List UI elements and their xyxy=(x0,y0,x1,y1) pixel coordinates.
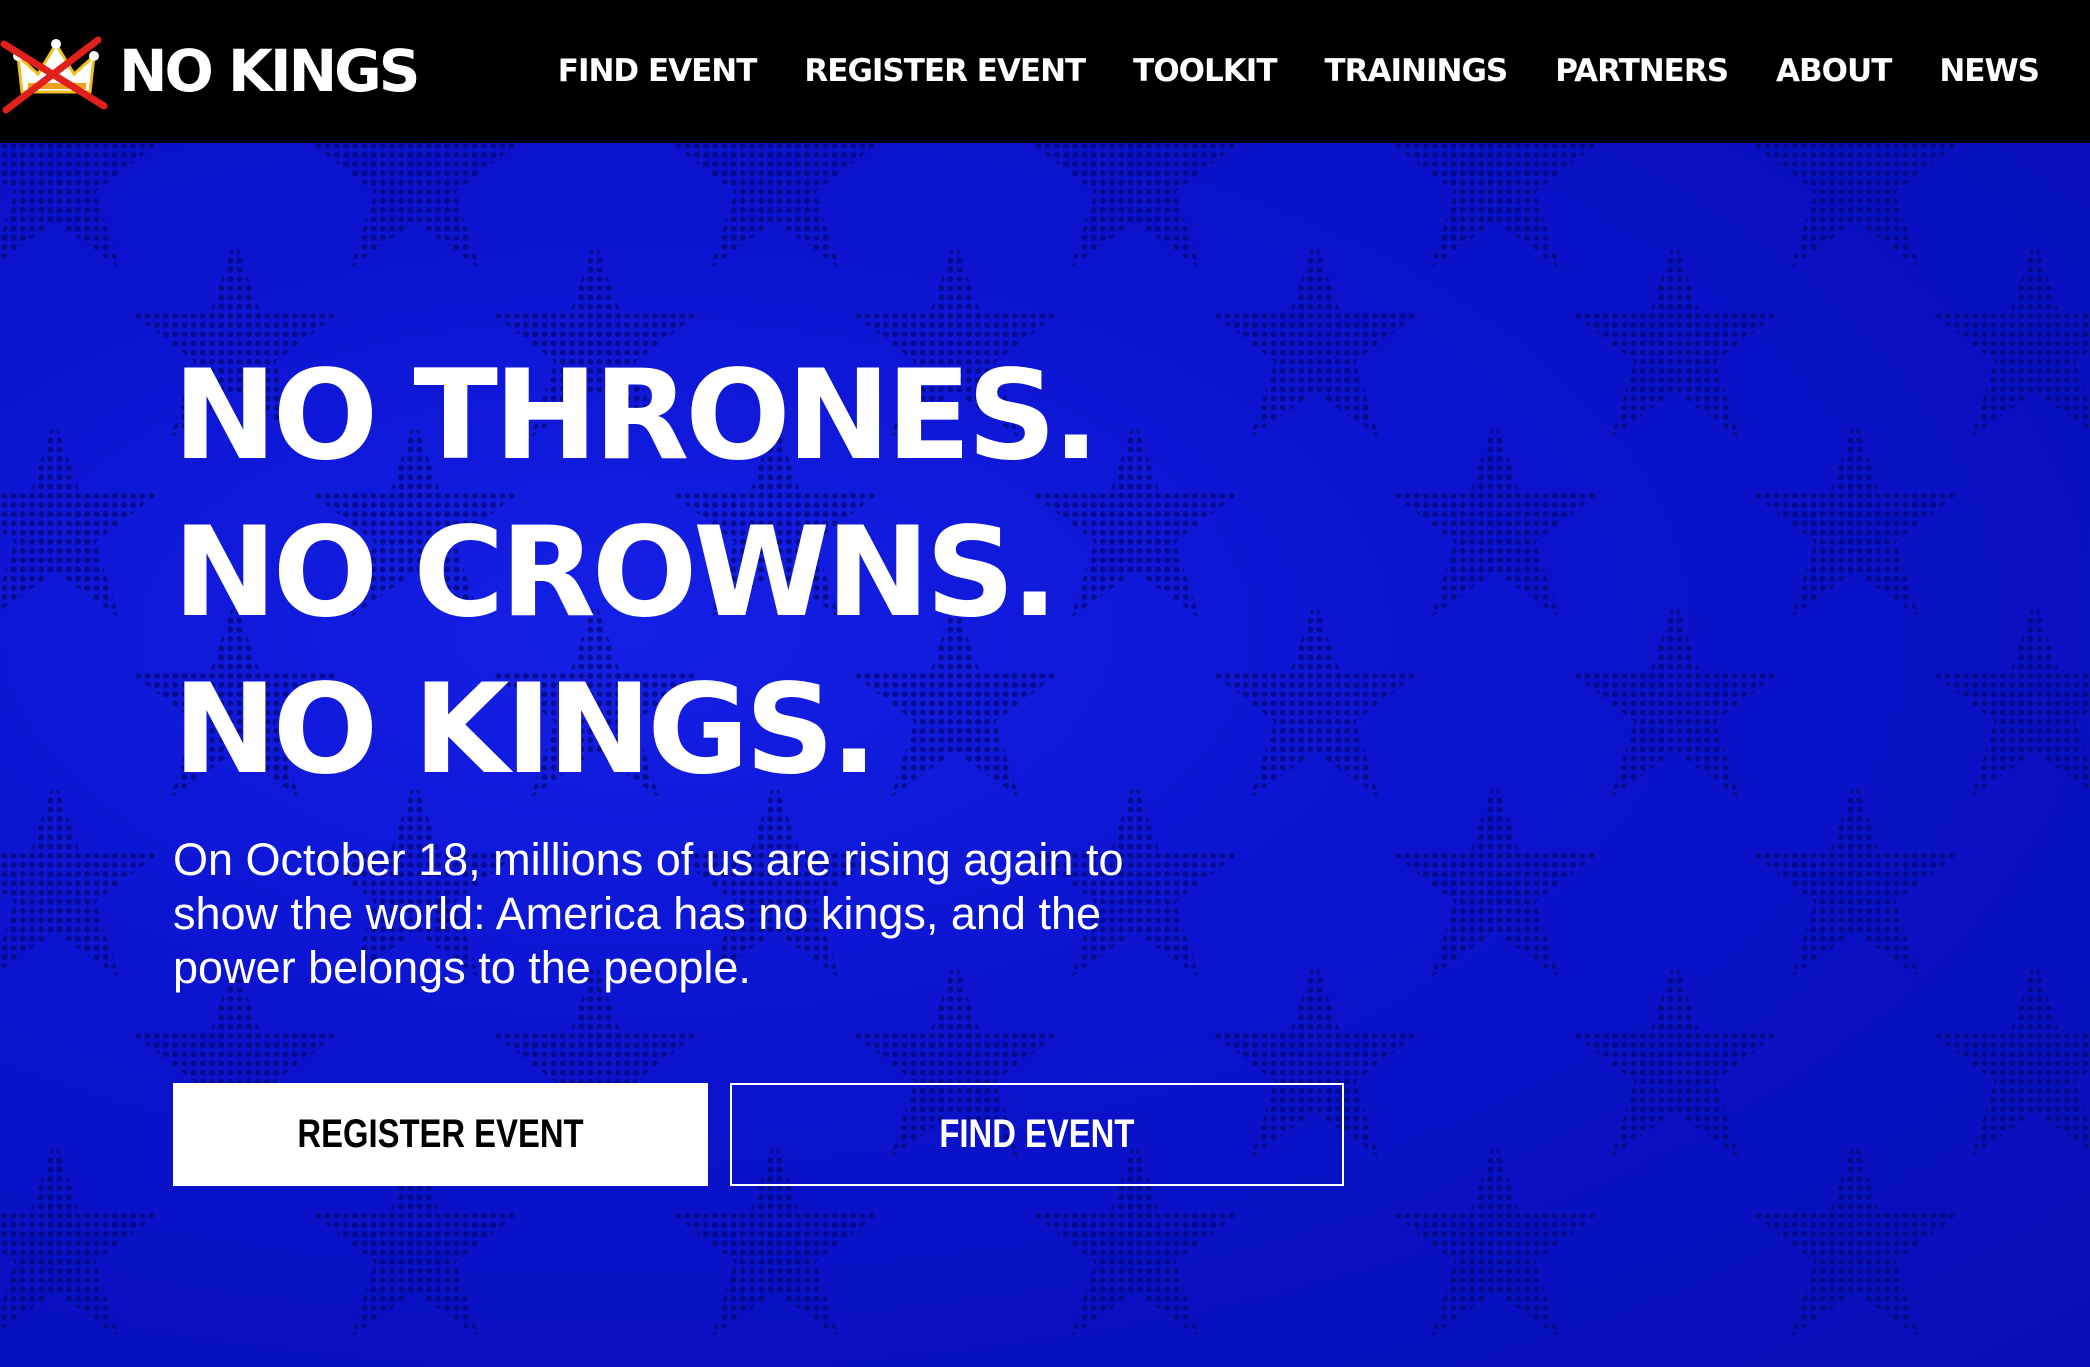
headline-line: NO KINGS. xyxy=(173,658,878,802)
hero-section: NO THRONES. NO CROWNS. NO KINGS. On Octo… xyxy=(0,143,2090,1367)
crossed-out-crown-icon xyxy=(0,36,108,114)
nav-register-event[interactable]: REGISTER EVENT xyxy=(804,53,1086,89)
logo-link[interactable]: NO KINGS xyxy=(0,26,420,116)
nav-trainings[interactable]: TRAININGS xyxy=(1324,53,1508,89)
headline-line: NO THRONES. xyxy=(173,344,1100,488)
hero-headline: NO THRONES. NO CROWNS. NO KINGS. xyxy=(173,338,1373,809)
nav-item: TOOLKIT xyxy=(1133,53,1277,89)
hero-subtext: On October 18, millions of us are rising… xyxy=(173,834,1124,993)
nav-news[interactable]: NEWS xyxy=(1939,53,2040,89)
find-event-button[interactable]: FIND EVENT xyxy=(730,1083,1344,1186)
find-event-button-label: FIND EVENT xyxy=(939,1112,1135,1156)
nav-find-event[interactable]: FIND EVENT xyxy=(558,53,758,89)
nav-item: REGISTER EVENT xyxy=(804,53,1086,89)
hero-content: NO THRONES. NO CROWNS. NO KINGS. On Octo… xyxy=(173,338,1373,995)
nav-partners[interactable]: PARTNERS xyxy=(1555,53,1729,89)
nav-item: FIND EVENT xyxy=(558,53,758,89)
nav-toolkit[interactable]: TOOLKIT xyxy=(1133,53,1277,89)
register-event-button-label: REGISTER EVENT xyxy=(297,1112,584,1156)
nav-item: TRAININGS xyxy=(1324,53,1508,89)
nav-item: PARTNERS xyxy=(1555,53,1729,89)
site-header: NO KINGS FIND EVENT REGISTER EVENT TOOLK… xyxy=(0,0,2090,143)
hero-buttons: REGISTER EVENT FIND EVENT xyxy=(173,1083,1344,1186)
nav-about[interactable]: ABOUT xyxy=(1776,53,1892,89)
nav-item: ABOUT xyxy=(1776,53,1892,89)
register-event-button[interactable]: REGISTER EVENT xyxy=(173,1083,708,1186)
main-nav: FIND EVENT REGISTER EVENT TOOLKIT TRAINI… xyxy=(558,0,2040,143)
headline-line: NO CROWNS. xyxy=(173,501,1058,645)
logo-text: NO KINGS xyxy=(119,37,420,105)
nav-item: NEWS xyxy=(1939,53,2040,89)
